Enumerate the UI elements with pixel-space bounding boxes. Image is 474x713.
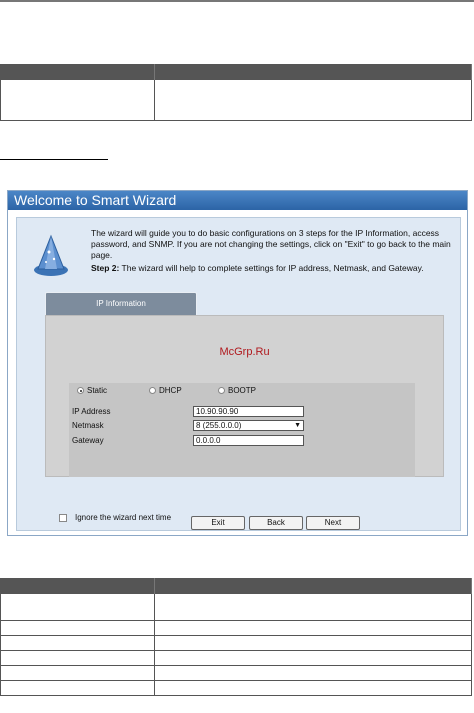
wizard-step-text: Step 2: The wizard will help to complete…	[91, 263, 456, 274]
radio-dhcp-label: DHCP	[159, 386, 182, 395]
heading-underline	[0, 159, 108, 160]
wizard-title: Welcome to Smart Wizard	[8, 191, 467, 210]
wizard-intro-text: The wizard will guide you to do basic co…	[91, 228, 451, 260]
top-rule	[0, 0, 474, 2]
gateway-input[interactable]: 0.0.0.0	[193, 435, 304, 446]
step-description: The wizard will help to complete setting…	[119, 263, 424, 273]
radio-bootp-label: BOOTP	[228, 386, 257, 395]
radio-dhcp[interactable]: DHCP	[149, 386, 182, 395]
top-table	[0, 64, 472, 121]
ignore-wizard-option[interactable]: Ignore the wizard next time	[59, 513, 171, 522]
ip-address-input[interactable]: 10.90.90.90	[193, 406, 304, 417]
ip-mode-radios: Static DHCP BOOTP	[69, 383, 415, 400]
smart-wizard-window: Welcome to Smart Wizard The wizard will …	[7, 190, 468, 536]
wizard-hat-icon	[34, 234, 68, 276]
radio-static-dot[interactable]	[77, 387, 84, 394]
ignore-wizard-checkbox[interactable]	[59, 513, 67, 522]
next-button[interactable]: Next	[306, 516, 360, 530]
exit-button[interactable]: Exit	[191, 516, 245, 530]
wizard-body: The wizard will guide you to do basic co…	[16, 217, 461, 531]
bottom-table	[0, 578, 472, 696]
ip-information-panel: McGrp.Ru Static DHCP BOOTP IP Address 10…	[45, 315, 444, 477]
radio-static[interactable]: Static	[77, 386, 107, 395]
netmask-value: 8 (255.0.0.0)	[196, 421, 242, 430]
radio-bootp-dot[interactable]	[218, 387, 225, 394]
ip-form: Static DHCP BOOTP IP Address 10.90.90.90…	[69, 383, 415, 477]
radio-dhcp-dot[interactable]	[149, 387, 156, 394]
netmask-select[interactable]: 8 (255.0.0.0) ▼	[193, 420, 304, 431]
gateway-label: Gateway	[72, 436, 104, 445]
dropdown-arrow-icon[interactable]: ▼	[294, 421, 301, 430]
ip-address-label: IP Address	[72, 407, 111, 416]
ignore-wizard-label: Ignore the wizard next time	[75, 513, 172, 522]
radio-static-label: Static	[87, 386, 108, 395]
watermark: McGrp.Ru	[219, 346, 270, 358]
step-label: Step 2:	[91, 263, 120, 273]
netmask-label: Netmask	[72, 421, 104, 430]
radio-bootp[interactable]: BOOTP	[218, 386, 256, 395]
tab-ip-information[interactable]: IP Information	[45, 292, 197, 317]
back-button[interactable]: Back	[249, 516, 303, 530]
